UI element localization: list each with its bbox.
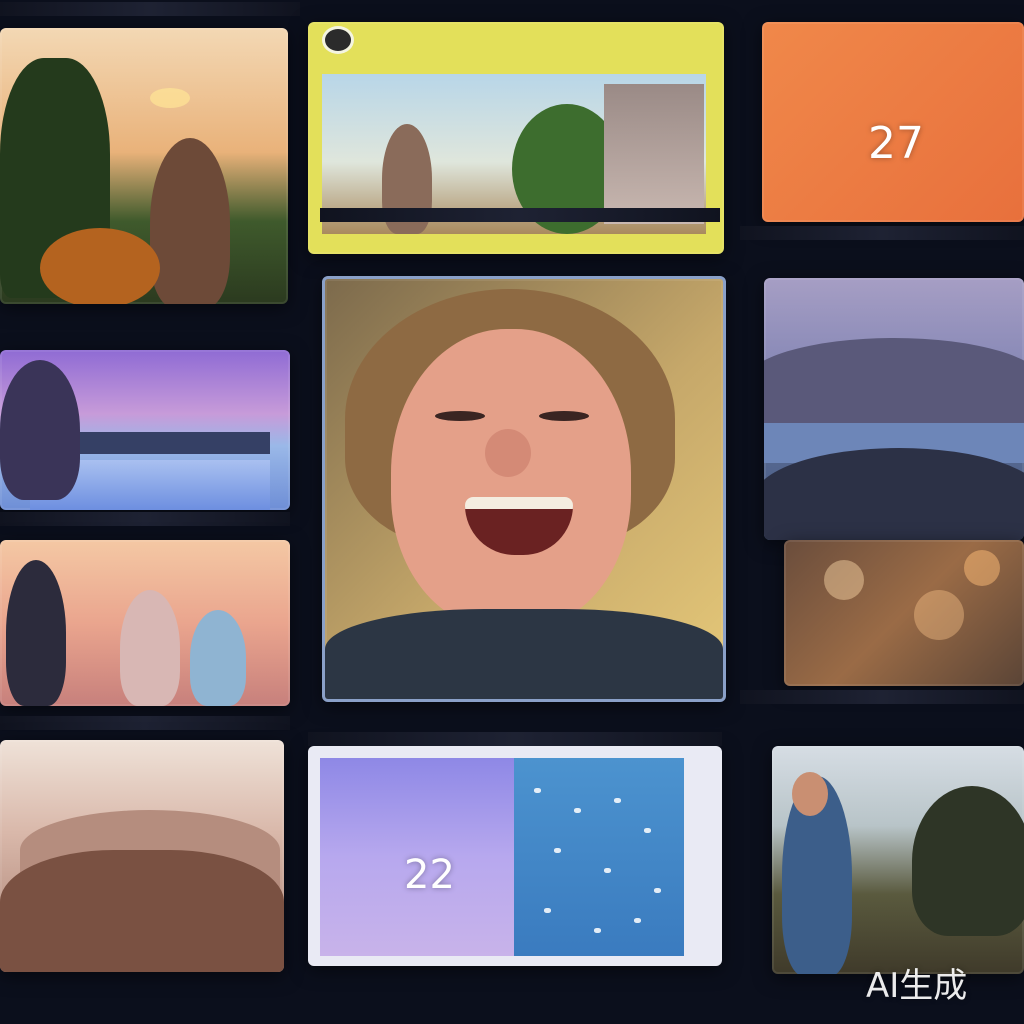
film-strip: [0, 2, 300, 16]
swan-dot: [654, 888, 661, 893]
tree-silhouette: [912, 786, 1024, 936]
swan-dot: [574, 808, 581, 813]
woman-figure: [150, 138, 230, 304]
bokeh-light: [964, 550, 1000, 586]
foliage-silhouette: [0, 360, 80, 500]
lavender-screen: 22: [320, 758, 516, 956]
photo-panel-orange: 27: [762, 22, 1024, 222]
swan-dot: [614, 798, 621, 803]
mountain-range: [764, 338, 1024, 428]
photo-panel-purple-landscape: [0, 350, 290, 510]
swan-dot: [604, 868, 611, 873]
figure-center: [120, 590, 180, 706]
orange-panel-number: 27: [868, 118, 924, 169]
man-head: [792, 772, 828, 816]
film-strip: [0, 716, 290, 730]
nose: [485, 429, 531, 477]
shirt: [325, 609, 723, 699]
film-strip: [320, 208, 720, 222]
swan-dot: [634, 918, 641, 923]
figure-left: [6, 560, 66, 706]
left-eye: [435, 411, 485, 421]
film-strip: [0, 512, 290, 526]
photo-panel-pink-scene: [0, 540, 290, 706]
photo-panel-sepia-mountain: [0, 740, 284, 972]
tree-line: [80, 432, 270, 454]
photo-panel-lavender: 22: [308, 746, 722, 966]
swan-dot: [534, 788, 541, 793]
flower-bush: [40, 228, 160, 304]
photo-panel-sunset-woman: [0, 28, 288, 304]
watermark-label: AI生成: [866, 966, 968, 1006]
lavender-panel-number: 22: [404, 852, 455, 898]
film-strip: [740, 226, 1024, 240]
film-strip: [308, 732, 722, 746]
film-strip: [740, 690, 1024, 704]
photo-panel-laughing-portrait: [322, 276, 726, 702]
side-image: [604, 84, 704, 224]
swan-dot: [594, 928, 601, 933]
photo-panel-mountain-lake: [764, 278, 1024, 540]
photo-panel-bokeh: [784, 540, 1024, 686]
water-with-swans: [514, 758, 684, 956]
tree-silhouette: [0, 850, 284, 972]
bokeh-light: [824, 560, 864, 600]
right-eye: [539, 411, 589, 421]
swan-dot: [544, 908, 551, 913]
photo-panel-man-outdoors: [772, 746, 1024, 974]
swan-dot: [644, 828, 651, 833]
figure-right: [190, 610, 246, 706]
hill-silhouette: [764, 448, 1024, 540]
camera-icon: [322, 26, 354, 54]
bokeh-light: [914, 590, 964, 640]
face: [391, 329, 631, 629]
swan-dot: [554, 848, 561, 853]
sun-glow: [150, 88, 190, 108]
